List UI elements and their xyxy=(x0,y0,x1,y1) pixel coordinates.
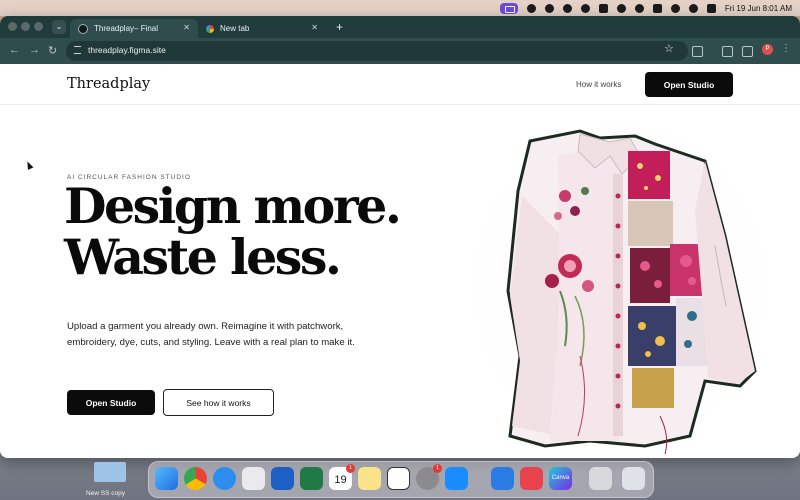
zoom-window-button[interactable] xyxy=(34,22,43,31)
tab-threadplay[interactable]: Threadplay– Final ✕ xyxy=(70,19,198,38)
trash-icon[interactable] xyxy=(622,467,645,490)
photo-app-icon[interactable] xyxy=(520,467,543,490)
browser-toolbar: ← → ↻ threadplay.figma.site ☆ P ⋮ xyxy=(0,38,800,64)
site-info-icon[interactable] xyxy=(74,46,81,54)
menu-bar-status-items: Fri 19 Jun 8:01 AM xyxy=(499,0,792,16)
control-center-icon[interactable] xyxy=(706,3,716,13)
header-open-studio-button[interactable]: Open Studio xyxy=(645,72,733,97)
hero-description: Upload a garment you already own. Reimag… xyxy=(67,321,355,348)
bluetooth-icon[interactable] xyxy=(616,3,626,13)
see-how-it-works-button[interactable]: See how it works xyxy=(163,389,274,416)
mouse-cursor-icon xyxy=(24,160,34,170)
brightness-icon[interactable] xyxy=(544,3,554,13)
site-header: Threadplay How it works Open Studio xyxy=(0,64,800,105)
search-icon[interactable] xyxy=(688,3,698,13)
play-icon[interactable] xyxy=(634,3,644,13)
screen-recording-icon[interactable] xyxy=(499,2,518,14)
settings-badge: 1 xyxy=(433,464,442,473)
menu-bar-clock[interactable]: Fri 19 Jun 8:01 AM xyxy=(725,4,792,13)
app-c-icon[interactable] xyxy=(526,3,536,13)
word-icon[interactable] xyxy=(271,467,294,490)
figma-site-favicon-icon xyxy=(78,23,88,34)
nav-how-it-works-link[interactable]: How it works xyxy=(576,80,621,89)
reload-icon[interactable]: ↻ xyxy=(48,44,57,57)
finder-icon[interactable] xyxy=(155,467,178,490)
new-tab-plus-icon[interactable]: + xyxy=(336,20,343,34)
downloads-stack-icon[interactable] xyxy=(589,467,612,490)
downloads-icon[interactable] xyxy=(722,46,733,57)
chrome-icon[interactable] xyxy=(184,467,207,490)
profile-avatar[interactable]: P xyxy=(762,44,773,55)
extensions-icon[interactable] xyxy=(692,46,703,57)
tab-strip: ⌄ Threadplay– Final ✕ New tab ✕ + xyxy=(0,16,800,38)
quicktime-icon[interactable] xyxy=(491,467,514,490)
excel-icon[interactable] xyxy=(300,467,323,490)
macos-dock: 19 1 1 Canva xyxy=(148,461,654,498)
patchwork-shirt-image xyxy=(470,116,770,456)
url-text[interactable]: threadplay.figma.site xyxy=(88,45,166,55)
browser-menu-icon[interactable]: ⋮ xyxy=(781,43,791,54)
calendar-badge: 1 xyxy=(346,464,355,473)
minimize-window-button[interactable] xyxy=(21,22,30,31)
browser-window: ⌄ Threadplay– Final ✕ New tab ✕ + ← → ↻ … xyxy=(0,16,800,458)
tab-search-button[interactable]: ⌄ xyxy=(52,20,66,34)
safari-icon[interactable] xyxy=(213,467,236,490)
battery-icon[interactable] xyxy=(652,3,662,13)
notes-icon[interactable] xyxy=(358,467,381,490)
record-icon[interactable] xyxy=(562,3,572,13)
hero-open-studio-button[interactable]: Open Studio xyxy=(67,390,155,415)
hero-headline: Design more. Waste less. xyxy=(64,177,402,286)
desktop-file-label[interactable]: New SS copy xyxy=(86,490,125,497)
close-tab-icon[interactable]: ✕ xyxy=(311,23,318,32)
wifi-icon[interactable] xyxy=(670,3,680,13)
reading-list-icon[interactable] xyxy=(742,46,753,57)
headline-line-2: Waste less. xyxy=(64,228,342,286)
macos-menu-bar: Fri 19 Jun 8:01 AM xyxy=(0,0,800,16)
back-arrow-icon[interactable]: ← xyxy=(9,44,20,56)
tab-label: New tab xyxy=(220,24,250,33)
headline-line-1: Design more. xyxy=(64,177,402,235)
canva-icon[interactable]: Canva xyxy=(549,467,572,490)
close-tab-icon[interactable]: ✕ xyxy=(183,23,190,32)
web-page: Threadplay How it works Open Studio AI C… xyxy=(0,64,800,458)
forward-arrow-icon[interactable]: → xyxy=(29,44,40,56)
clipboard-icon[interactable] xyxy=(598,3,608,13)
camera-icon[interactable] xyxy=(580,3,590,13)
bookmark-star-icon[interactable]: ☆ xyxy=(664,42,674,55)
close-window-button[interactable] xyxy=(8,22,17,31)
launchpad-icon[interactable] xyxy=(242,467,265,490)
tab-label: Threadplay– Final xyxy=(94,24,159,33)
google-favicon-icon xyxy=(206,24,214,33)
tab-new-tab[interactable]: New tab ✕ xyxy=(198,19,326,38)
notion-icon[interactable] xyxy=(387,467,410,490)
desktop-folder-icon[interactable] xyxy=(94,462,126,482)
site-logo[interactable]: Threadplay xyxy=(67,76,150,92)
app-store-icon[interactable] xyxy=(445,467,468,490)
